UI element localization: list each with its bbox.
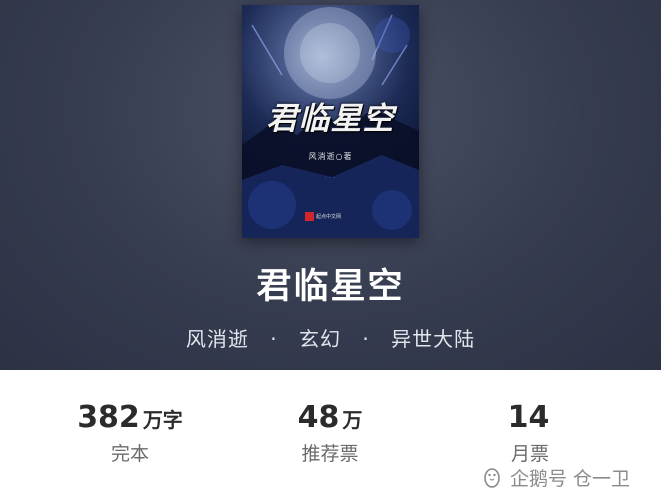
book-title: 君临星空 <box>256 267 405 307</box>
publisher-logo: 起点中文网 <box>305 210 355 222</box>
meta-separator: · <box>362 327 370 351</box>
book-cover-image[interactable]: 君临星空 风消逝○著 · · · 起点中文网 <box>242 5 419 238</box>
stat-unit: 万字 <box>142 408 183 432</box>
stat-label: 推荐票 <box>301 443 359 465</box>
cover-subline: · · · <box>324 175 337 180</box>
publisher-name: 起点中文网 <box>316 213 342 220</box>
cover-title: 君临星空 <box>266 101 395 137</box>
stat-value: 48 <box>297 400 340 435</box>
stat-value: 382 <box>77 400 140 435</box>
book-category[interactable]: 玄幻 <box>299 327 341 351</box>
penguin-icon <box>484 468 500 488</box>
cover-author: 风消逝○著 <box>308 152 353 161</box>
stat-unit: 万 <box>342 408 363 432</box>
watermark-text: 企鹅号 仓一卫 <box>510 467 631 490</box>
watermark: 企鹅号 仓一卫 <box>480 462 630 492</box>
stat-value: 14 <box>507 400 550 435</box>
book-meta: 风消逝 · 玄幻 · 异世大陆 <box>0 323 661 352</box>
stat-recommend-votes: 48 万 推荐票 <box>220 400 440 466</box>
book-subcategory[interactable]: 异世大陆 <box>391 327 475 351</box>
stat-word-count: 382 万字 完本 <box>20 400 240 466</box>
book-author[interactable]: 风消逝 <box>186 327 249 351</box>
book-header: 君临星空 风消逝○著 · · · 起点中文网 君临星空 风消逝 · 玄幻 · 异… <box>0 0 661 370</box>
publisher-mark-icon <box>305 211 314 221</box>
meta-separator: · <box>270 327 278 351</box>
stat-label: 完本 <box>110 443 149 465</box>
stat-monthly-votes: 14 月票 <box>420 400 640 466</box>
